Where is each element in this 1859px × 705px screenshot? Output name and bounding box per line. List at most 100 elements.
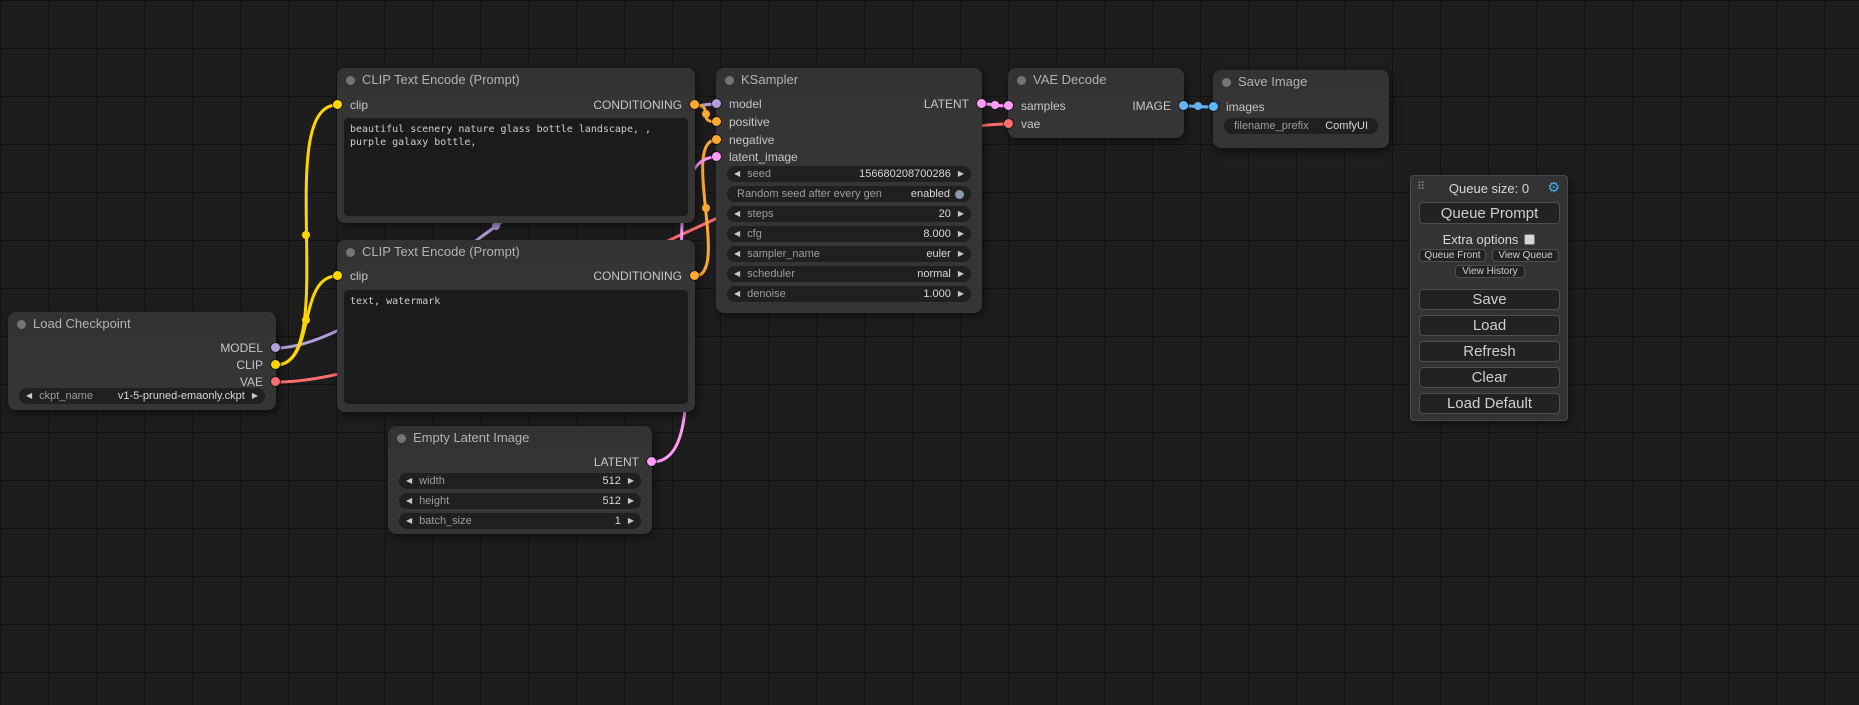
clear-button[interactable]: Clear: [1419, 367, 1560, 388]
node-load-checkpoint[interactable]: Load Checkpoint MODEL CLIP VAE ◀ ckpt_na…: [8, 312, 276, 410]
view-queue-button[interactable]: View Queue: [1492, 249, 1559, 262]
increment-arrow-icon[interactable]: ▶: [958, 166, 964, 182]
increment-arrow-icon[interactable]: ▶: [628, 473, 634, 489]
input-slot-latent-image: latent_image: [716, 150, 982, 164]
port-samples-input[interactable]: [1004, 101, 1013, 110]
extra-options-checkbox[interactable]: [1524, 234, 1535, 245]
input-slot-images: images: [1213, 100, 1389, 114]
widget-scheduler[interactable]: ◀ scheduler normal ▶: [727, 266, 971, 282]
node-clip-text-encode-negative[interactable]: CLIP Text Encode (Prompt) clip CONDITION…: [337, 240, 695, 412]
node-title: Empty Latent Image: [413, 430, 529, 445]
prompt-textarea[interactable]: beautiful scenery nature glass bottle la…: [344, 118, 688, 216]
load-default-button[interactable]: Load Default: [1419, 393, 1560, 414]
port-image-output[interactable]: [1179, 101, 1188, 110]
widget-denoise[interactable]: ◀ denoise 1.000 ▶: [727, 286, 971, 302]
widget-batch-size[interactable]: ◀ batch_size 1 ▶: [399, 513, 641, 529]
collapse-dot-icon[interactable]: [346, 76, 355, 85]
widget-width[interactable]: ◀ width 512 ▶: [399, 473, 641, 489]
widget-sampler-name[interactable]: ◀ sampler_name euler ▶: [727, 246, 971, 262]
node-vae-decode[interactable]: VAE Decode samples IMAGE vae: [1008, 68, 1184, 138]
load-button[interactable]: Load: [1419, 315, 1560, 336]
widget-height[interactable]: ◀ height 512 ▶: [399, 493, 641, 509]
port-conditioning-output[interactable]: [690, 100, 699, 109]
port-clip-input[interactable]: [333, 271, 342, 280]
decrement-arrow-icon[interactable]: ◀: [406, 473, 412, 489]
increment-arrow-icon[interactable]: ▶: [252, 388, 258, 404]
node-ksampler[interactable]: KSampler model LATENT positive negative …: [716, 68, 982, 313]
node-title: CLIP Text Encode (Prompt): [362, 72, 520, 87]
node-header: KSampler: [716, 68, 982, 92]
decrement-arrow-icon[interactable]: ◀: [734, 206, 740, 222]
queue-front-button[interactable]: Queue Front: [1419, 249, 1486, 262]
port-conditioning-output[interactable]: [690, 271, 699, 280]
decrement-arrow-icon[interactable]: ◀: [734, 246, 740, 262]
increment-arrow-icon[interactable]: ▶: [958, 266, 964, 282]
extra-options-label: Extra options: [1443, 232, 1519, 247]
collapse-dot-icon[interactable]: [397, 434, 406, 443]
save-button[interactable]: Save: [1419, 289, 1560, 310]
output-slot-vae: VAE: [8, 375, 276, 389]
increment-arrow-icon[interactable]: ▶: [628, 493, 634, 509]
slot-label: latent_image: [729, 150, 798, 164]
port-latent-image-input[interactable]: [712, 152, 721, 161]
node-header: VAE Decode: [1008, 68, 1184, 92]
decrement-arrow-icon[interactable]: ◀: [734, 266, 740, 282]
widget-seed[interactable]: ◀ seed 156680208700286 ▶: [727, 166, 971, 182]
widget-random-seed-toggle[interactable]: Random seed after every gen enabled: [727, 186, 971, 202]
node-header: CLIP Text Encode (Prompt): [337, 240, 695, 264]
increment-arrow-icon[interactable]: ▶: [958, 246, 964, 262]
settings-gear-icon[interactable]: ⚙: [1547, 179, 1560, 196]
slot-row-samples-image: samples IMAGE: [1008, 99, 1184, 113]
increment-arrow-icon[interactable]: ▶: [628, 513, 634, 529]
toggle-dot-icon[interactable]: [955, 190, 964, 199]
wire-midpoint-dot: [702, 110, 710, 118]
widget-value: v1-5-pruned-emaonly.ckpt: [118, 390, 245, 402]
widget-cfg[interactable]: ◀ cfg 8.000 ▶: [727, 226, 971, 242]
port-negative-input[interactable]: [712, 135, 721, 144]
view-history-button[interactable]: View History: [1455, 265, 1525, 278]
increment-arrow-icon[interactable]: ▶: [958, 206, 964, 222]
node-empty-latent-image[interactable]: Empty Latent Image LATENT ◀ width 512 ▶ …: [388, 426, 652, 534]
port-model-output[interactable]: [271, 343, 280, 352]
decrement-arrow-icon[interactable]: ◀: [734, 166, 740, 182]
queue-prompt-button[interactable]: Queue Prompt: [1419, 202, 1560, 224]
collapse-dot-icon[interactable]: [1017, 76, 1026, 85]
prompt-textarea[interactable]: text, watermark: [344, 290, 688, 404]
decrement-arrow-icon[interactable]: ◀: [406, 513, 412, 529]
widget-ckpt-name[interactable]: ◀ ckpt_name v1-5-pruned-emaonly.ckpt ▶: [19, 388, 265, 404]
port-clip-input[interactable]: [333, 100, 342, 109]
port-vae-input[interactable]: [1004, 119, 1013, 128]
collapse-dot-icon[interactable]: [1222, 78, 1231, 87]
slot-row-clip-conditioning: clip CONDITIONING: [337, 269, 695, 283]
widget-name: sampler_name: [747, 248, 919, 260]
widget-name: filename_prefix: [1234, 120, 1318, 132]
port-latent-output[interactable]: [977, 99, 986, 108]
node-clip-text-encode-positive[interactable]: CLIP Text Encode (Prompt) clip CONDITION…: [337, 68, 695, 223]
decrement-arrow-icon[interactable]: ◀: [406, 493, 412, 509]
port-vae-output[interactable]: [271, 377, 280, 386]
decrement-arrow-icon[interactable]: ◀: [26, 388, 32, 404]
port-positive-input[interactable]: [712, 117, 721, 126]
collapse-dot-icon[interactable]: [17, 320, 26, 329]
node-save-image[interactable]: Save Image images filename_prefix ComfyU…: [1213, 70, 1389, 148]
port-latent-output[interactable]: [647, 457, 656, 466]
widget-value: 156680208700286: [859, 168, 951, 180]
port-clip-output[interactable]: [271, 360, 280, 369]
wire-midpoint-dot: [492, 222, 500, 230]
port-images-input[interactable]: [1209, 102, 1218, 111]
increment-arrow-icon[interactable]: ▶: [958, 286, 964, 302]
refresh-button[interactable]: Refresh: [1419, 341, 1560, 362]
widget-filename-prefix[interactable]: filename_prefix ComfyUI: [1224, 118, 1378, 134]
increment-arrow-icon[interactable]: ▶: [958, 226, 964, 242]
decrement-arrow-icon[interactable]: ◀: [734, 226, 740, 242]
port-model-input[interactable]: [712, 99, 721, 108]
widget-name: scheduler: [747, 268, 910, 280]
decrement-arrow-icon[interactable]: ◀: [734, 286, 740, 302]
widget-value: 8.000: [923, 228, 951, 240]
collapse-dot-icon[interactable]: [725, 76, 734, 85]
widget-steps[interactable]: ◀ steps 20 ▶: [727, 206, 971, 222]
wire-midpoint-dot: [991, 101, 999, 109]
widget-value: ComfyUI: [1325, 120, 1368, 132]
widget-value: 20: [939, 208, 951, 220]
collapse-dot-icon[interactable]: [346, 248, 355, 257]
